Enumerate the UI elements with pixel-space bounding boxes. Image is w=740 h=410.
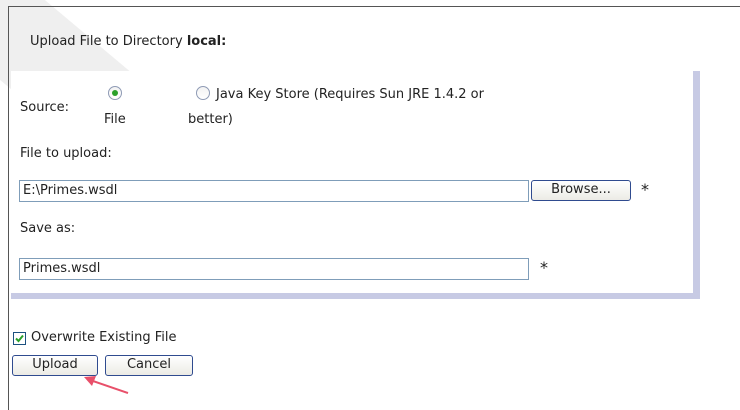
annotation-arrow-icon [84, 376, 129, 394]
